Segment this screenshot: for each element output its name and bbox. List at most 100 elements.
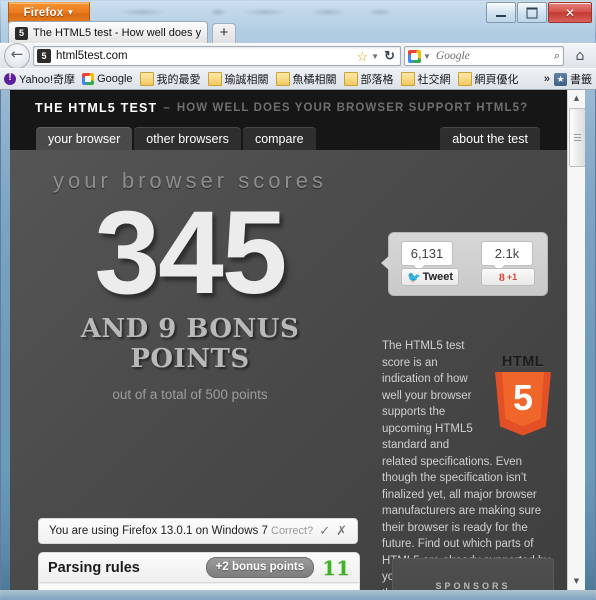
bookmark-label: Yahoo!奇摩 xyxy=(19,74,76,86)
google-icon xyxy=(82,73,95,85)
chevron-down-icon: ▼ xyxy=(66,8,75,17)
bookmark-item[interactable]: 網頁優化 xyxy=(457,71,519,87)
useragent-bar: You are using Firefox 13.0.1 on Windows … xyxy=(38,518,358,544)
navigation-toolbar: ← 5 html5test.com ☆ ▼ ↻ ▼ Google ⌕ ⌂ xyxy=(0,43,596,69)
close-icon: ✕ xyxy=(564,5,576,20)
window-title-ghost xyxy=(100,4,460,20)
search-engine-caret-icon[interactable]: ▼ xyxy=(423,52,431,61)
score-total-caption: out of a total of 500 points xyxy=(112,386,268,402)
folder-icon xyxy=(457,72,472,86)
sponsors-label: SPONSORS xyxy=(435,581,511,590)
search-input-placeholder: Google xyxy=(435,50,470,62)
search-icon[interactable]: ⌕ xyxy=(554,50,560,63)
scroll-up-icon[interactable]: ▲ xyxy=(568,90,585,107)
reload-icon[interactable]: ↻ xyxy=(384,48,395,64)
bookmark-item[interactable]: 我的最愛 xyxy=(139,71,201,87)
site-header: THE HTML5 TEST – HOW WELL DOES YOUR BROW… xyxy=(10,90,568,126)
bonus-points-line2: POINTS xyxy=(130,344,250,375)
useragent-reject-icon[interactable]: ✗ xyxy=(336,523,347,539)
twitter-bird-icon: 🐦 xyxy=(406,270,421,284)
tab-strip: 5 The HTML5 test - How well does your ..… xyxy=(0,20,596,44)
tab-other-browsers[interactable]: other browsers xyxy=(134,127,241,150)
bookmark-label: Google xyxy=(97,73,133,85)
site-identity-icon: 5 xyxy=(37,49,51,63)
scrollbar-grip-icon xyxy=(574,134,581,135)
plus-one-label: +1 xyxy=(506,272,518,282)
bookmarks-toolbar: Yahoo!奇摩 Google 我的最愛 瑜誠相關 魚橘相關 部落格 社交網 xyxy=(0,68,596,90)
tweet-button[interactable]: 🐦 Tweet xyxy=(401,268,459,286)
test-description: HTML 5 The HTML5 test score is an indica… xyxy=(382,338,554,590)
bookmark-star-icon[interactable]: ☆ xyxy=(357,50,369,63)
page-viewport: THE HTML5 TEST – HOW WELL DOES YOUR BROW… xyxy=(10,90,585,590)
url-bar[interactable]: 5 html5test.com ☆ ▼ ↻ xyxy=(33,46,401,66)
html5-logo: HTML 5 xyxy=(492,354,554,436)
folder-icon xyxy=(400,72,415,86)
parsing-rules-panel: Parsing rules +2 bonus points 11 <!DOCTY… xyxy=(38,552,360,590)
gplus-count-bubble: 2.1k xyxy=(481,241,533,271)
html5-logo-number: 5 xyxy=(512,376,534,418)
bookmark-label: 魚橘相關 xyxy=(292,74,337,86)
google-icon xyxy=(408,49,421,63)
html5test-favicon-icon: 5 xyxy=(15,26,28,40)
maximize-icon xyxy=(526,7,538,18)
bookmark-item[interactable]: 魚橘相關 xyxy=(275,71,337,87)
minimize-icon xyxy=(496,15,506,17)
search-bar[interactable]: ▼ Google ⌕ xyxy=(404,46,564,66)
back-button[interactable]: ← xyxy=(4,43,30,69)
google-plus-icon: 8 xyxy=(498,269,505,284)
table-row: <!DOCTYPE html> triggers standards mode … xyxy=(39,583,359,590)
bookmark-label: 我的最愛 xyxy=(156,74,201,86)
home-button[interactable]: ⌂ xyxy=(568,45,592,67)
window-bottom-edge xyxy=(0,590,596,600)
bookmark-item[interactable]: 社交網 xyxy=(400,71,451,87)
score-block: your browser scores 345 AND 9 BONUS POIN… xyxy=(10,150,370,402)
parsing-rules-score: 11 xyxy=(322,555,350,580)
html5-shield-icon: 5 xyxy=(495,371,551,436)
useragent-confirm-group: Correct? ✓ ✗ xyxy=(271,523,347,539)
bookmark-label: 部落格 xyxy=(360,74,394,86)
useragent-question: Correct? xyxy=(271,525,314,537)
parsing-rules-header[interactable]: Parsing rules +2 bonus points 11 xyxy=(39,553,359,583)
bookmarks-menu-icon[interactable]: ★ xyxy=(554,72,567,86)
tweet-button-label: Tweet xyxy=(422,271,454,283)
bonus-points-badge: +2 bonus points xyxy=(205,557,315,578)
site-title: THE HTML5 TEST xyxy=(35,101,158,115)
html5test-page: THE HTML5 TEST – HOW WELL DOES YOUR BROW… xyxy=(10,90,568,590)
folder-icon xyxy=(275,72,290,86)
bookmark-item[interactable]: Google xyxy=(82,73,133,85)
browser-tab-title: The HTML5 test - How well does your ... xyxy=(33,27,201,39)
browser-tab-active[interactable]: 5 The HTML5 test - How well does your ..… xyxy=(8,21,208,44)
site-tab-bar: your browser other browsers compare abou… xyxy=(10,126,568,150)
parsing-rules-title: Parsing rules xyxy=(48,559,140,576)
firefox-menu-label: Firefox xyxy=(23,7,64,19)
scroll-down-icon[interactable]: ▼ xyxy=(568,573,585,590)
bookmark-label: 網頁優化 xyxy=(474,74,519,86)
chevron-down-icon[interactable]: ▼ xyxy=(371,52,379,61)
tab-about-the-test[interactable]: about the test xyxy=(440,127,540,150)
bookmarks-menu-label[interactable]: 書籤 xyxy=(570,71,592,87)
url-text: html5test.com xyxy=(56,50,128,62)
google-plus-one-button[interactable]: 8 +1 xyxy=(481,268,535,286)
tweet-count-bubble: 6,131 xyxy=(401,241,453,271)
bonus-points-line1: AND 9 BONUS xyxy=(80,313,300,344)
sponsors-box: SPONSORS jQ.Mobi xyxy=(392,558,554,590)
social-share-box: 6,131 2.1k 🐦 Tweet 8 +1 xyxy=(381,232,548,296)
scrollbar-thumb[interactable] xyxy=(569,108,585,167)
useragent-text: You are using Firefox 13.0.1 on Windows … xyxy=(49,525,268,537)
page-body: 6,131 2.1k 🐦 Tweet 8 +1 your browser sco… xyxy=(10,150,568,590)
browser-window: Firefox ▼ ✕ 5 The HTML5 test - How well d… xyxy=(0,0,596,600)
new-tab-button[interactable]: + xyxy=(212,23,236,44)
folder-icon xyxy=(207,72,222,86)
bookmarks-overflow-icon[interactable]: » xyxy=(540,73,554,85)
tab-compare[interactable]: compare xyxy=(242,127,316,150)
page-scrollbar[interactable]: ▲ ▼ xyxy=(567,90,585,590)
bookmark-item[interactable]: Yahoo!奇摩 xyxy=(4,71,75,87)
tab-your-browser[interactable]: your browser xyxy=(36,127,133,150)
bookmark-label: 社交網 xyxy=(417,74,451,86)
site-tagline: HOW WELL DOES YOUR BROWSER SUPPORT HTML5… xyxy=(176,102,529,114)
useragent-confirm-icon[interactable]: ✓ xyxy=(319,523,330,539)
folder-icon xyxy=(343,72,358,86)
bookmark-item[interactable]: 部落格 xyxy=(343,71,394,87)
html5-logo-word: HTML xyxy=(501,354,545,370)
bookmark-item[interactable]: 瑜誠相關 xyxy=(207,71,269,87)
